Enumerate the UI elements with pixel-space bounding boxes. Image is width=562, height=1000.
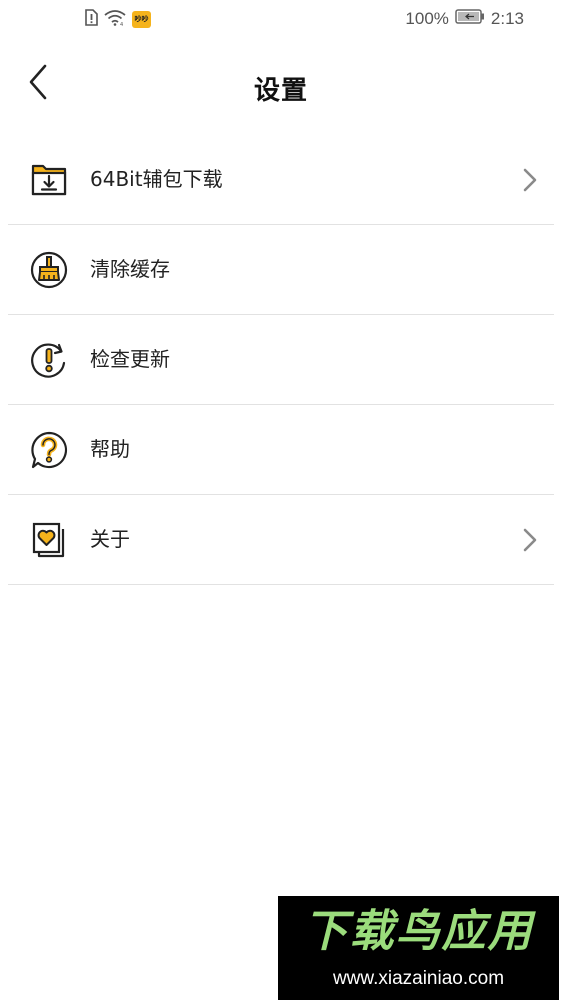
help-question-icon xyxy=(30,431,68,469)
settings-list: 64Bit辅包下载 清除缓存 检查更新 帮助 关于 xyxy=(8,135,554,585)
settings-item-help[interactable]: 帮助 xyxy=(8,405,554,495)
clock: 2:13 xyxy=(490,9,524,28)
wifi-icon: 4 xyxy=(104,9,126,30)
download-folder-icon xyxy=(30,161,68,199)
page-title: 设置 xyxy=(253,76,308,106)
settings-item-label: 关于 xyxy=(90,527,130,551)
watermark-url: www.xiazainiao.com xyxy=(332,968,505,989)
battery-percent: 100% xyxy=(405,9,449,28)
settings-item-64bit-download[interactable]: 64Bit辅包下载 xyxy=(8,135,554,225)
watermark: 下载鸟应用 www.xiazainiao.com xyxy=(278,896,559,1000)
settings-item-label: 清除缓存 xyxy=(90,257,170,281)
chevron-right-icon xyxy=(522,167,538,193)
battery-icon xyxy=(455,9,485,29)
watermark-title: 下载鸟应用 xyxy=(303,906,534,957)
app-notification-badge: 吵吵 xyxy=(132,11,151,28)
sim-alert-icon xyxy=(84,9,98,30)
settings-item-label: 检查更新 xyxy=(90,347,170,371)
settings-item-label: 帮助 xyxy=(90,437,130,461)
broom-icon xyxy=(30,251,68,289)
about-heart-icon xyxy=(30,521,68,559)
update-alert-icon xyxy=(30,341,68,379)
status-bar: 4 吵吵 100% 2:13 xyxy=(0,0,562,40)
settings-item-clear-cache[interactable]: 清除缓存 xyxy=(8,225,554,315)
svg-text:4: 4 xyxy=(120,22,123,26)
status-icons-right: 100% 2:13 xyxy=(405,9,524,29)
status-icons-left: 4 吵吵 xyxy=(84,9,151,30)
settings-item-about[interactable]: 关于 xyxy=(8,495,554,585)
chevron-right-icon xyxy=(522,527,538,553)
settings-item-label: 64Bit辅包下载 xyxy=(90,167,223,191)
settings-item-check-update[interactable]: 检查更新 xyxy=(8,315,554,405)
header: 设置 xyxy=(0,50,562,130)
